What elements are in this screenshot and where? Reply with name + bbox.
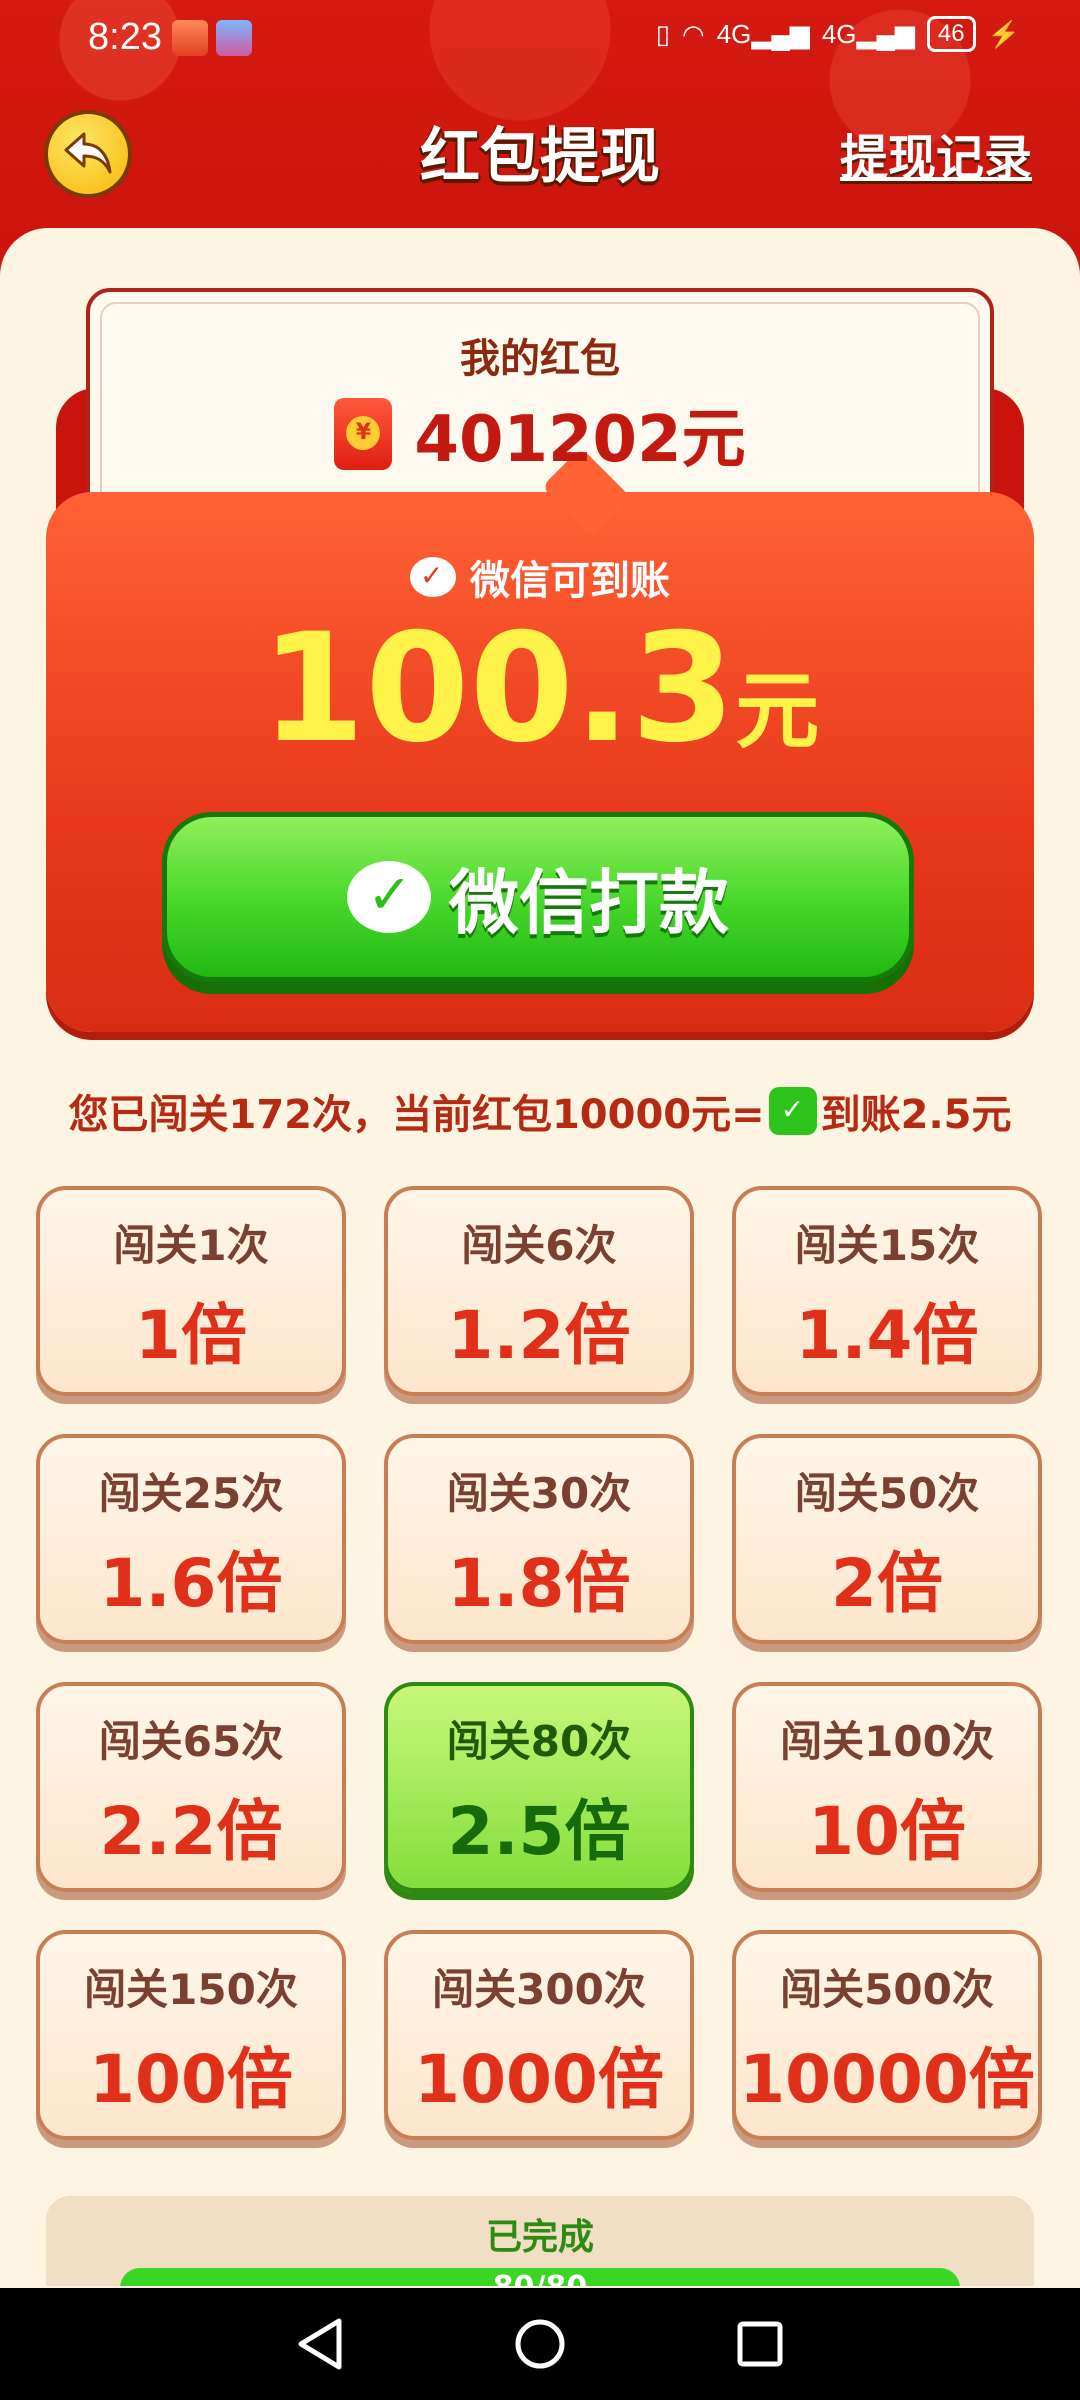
multiplier-tier-card[interactable]: 闯关80次 2.5倍 xyxy=(384,1682,694,1892)
tier-multiplier: 2.2倍 xyxy=(99,1793,283,1870)
red-packet-icon xyxy=(334,398,393,470)
nav-recents-icon xyxy=(737,2321,783,2367)
tier-multiplier: 1.8倍 xyxy=(447,1545,631,1622)
notification-app-icon xyxy=(172,20,208,56)
multiplier-tier-card[interactable]: 闯关150次 100倍 xyxy=(36,1930,346,2140)
signal-icon: 4G▂▄▆ xyxy=(821,18,915,49)
tier-condition: 闯关65次 xyxy=(98,1717,284,1766)
tier-condition: 闯关30次 xyxy=(446,1469,632,1518)
nav-home-button[interactable] xyxy=(510,2314,570,2374)
withdraw-amount-number: 100.3 xyxy=(260,602,736,776)
withdraw-history-link[interactable]: 提现记录 xyxy=(840,118,1032,188)
tier-multiplier: 100倍 xyxy=(89,2041,293,2118)
progress-info: 您已闯关172次，当前红包10000元= 到账2.5元 xyxy=(0,1082,1080,1140)
wallet-amount-row: 401202元 xyxy=(90,388,990,480)
tier-condition: 闯关150次 xyxy=(84,1965,298,2014)
multiplier-tier-card[interactable]: 闯关1次 1倍 xyxy=(36,1186,346,1396)
wechat-receivable-label: 微信可到账 xyxy=(470,558,670,604)
tier-multiplier: 1倍 xyxy=(135,1297,247,1374)
progress-label: 已完成 xyxy=(485,2217,594,2258)
wechat-pay-button[interactable]: 微信打款 xyxy=(162,812,914,982)
multiplier-tier-card[interactable]: 闯关50次 2倍 xyxy=(732,1434,1042,1644)
tier-multiplier: 10000倍 xyxy=(739,2041,1035,2118)
progress-text: 80/80 xyxy=(120,2268,960,2286)
withdraw-amount-unit: 元 xyxy=(735,662,820,760)
multiplier-tier-card[interactable]: 闯关65次 2.2倍 xyxy=(36,1682,346,1892)
multiplier-tier-card[interactable]: 闯关30次 1.8倍 xyxy=(384,1434,694,1644)
system-nav-bar xyxy=(0,2288,1080,2400)
wechat-receivable-line: 微信可到账 xyxy=(46,548,1034,606)
wechat-pay-label: 微信打款 xyxy=(449,861,729,944)
info-text-before: 您已闯关172次，当前红包10000元= xyxy=(68,1092,765,1138)
multiplier-tier-card[interactable]: 闯关300次 1000倍 xyxy=(384,1930,694,2140)
progress-section: 已完成 80/80 xyxy=(46,2196,1034,2286)
nav-back-icon xyxy=(298,2318,342,2370)
nav-back-button[interactable] xyxy=(290,2314,350,2374)
status-time: 8:23 xyxy=(88,16,162,58)
wallet-amount: 401202元 xyxy=(414,403,746,477)
tier-multiplier: 2倍 xyxy=(831,1545,943,1622)
tier-condition: 闯关15次 xyxy=(794,1221,980,1270)
multiplier-tier-card[interactable]: 闯关6次 1.2倍 xyxy=(384,1186,694,1396)
nav-home-icon xyxy=(515,2319,565,2369)
multiplier-tier-card[interactable]: 闯关25次 1.6倍 xyxy=(36,1434,346,1644)
nav-recents-button[interactable] xyxy=(730,2314,790,2374)
wechat-icon xyxy=(768,1087,817,1135)
vibrate-icon: ▯ xyxy=(655,18,671,49)
tier-condition: 闯关1次 xyxy=(113,1221,269,1270)
multiplier-tier-card[interactable]: 闯关15次 1.4倍 xyxy=(732,1186,1042,1396)
withdraw-amount: 100.3元 xyxy=(46,602,1034,776)
wallet-label: 我的红包 xyxy=(460,336,620,382)
wechat-icon xyxy=(347,861,431,933)
tier-condition: 闯关6次 xyxy=(461,1221,617,1270)
status-bar: 8:23 ▯ ◠ 4G▂▄▆ 4G▂▄▆ 46 ⚡ xyxy=(0,0,1080,80)
progress-bar: 80/80 xyxy=(120,2268,960,2286)
signal-icon: 4G▂▄▆ xyxy=(716,18,810,49)
tier-condition: 闯关500次 xyxy=(780,1965,994,2014)
tier-multiplier: 1000倍 xyxy=(414,2041,664,2118)
multiplier-grid: 闯关1次 1倍 闯关6次 1.2倍 闯关15次 1.4倍闯关25次 1.6倍 闯关30次 1.8… xyxy=(36,1186,1044,2140)
wifi-icon: ◠ xyxy=(682,18,705,49)
status-indicators: ▯ ◠ 4G▂▄▆ 4G▂▄▆ 46 ⚡ xyxy=(656,16,1020,52)
charging-icon: ⚡ xyxy=(987,18,1020,49)
tier-multiplier: 10倍 xyxy=(808,1793,966,1870)
notification-app-icon xyxy=(216,20,252,56)
tier-condition: 闯关50次 xyxy=(794,1469,980,1518)
tier-condition: 闯关100次 xyxy=(780,1717,994,1766)
tier-multiplier: 1.6倍 xyxy=(99,1545,283,1622)
withdraw-card: 微信可到账 100.3元 微信打款 xyxy=(46,447,1034,1032)
tier-condition: 闯关25次 xyxy=(98,1469,284,1518)
wechat-icon xyxy=(410,557,456,597)
tier-condition: 闯关300次 xyxy=(432,1965,646,2014)
multiplier-tier-card[interactable]: 闯关100次 10倍 xyxy=(732,1682,1042,1892)
multiplier-tier-card[interactable]: 闯关500次 10000倍 xyxy=(732,1930,1042,2140)
info-text-after: 到账2.5元 xyxy=(820,1092,1012,1138)
tier-condition: 闯关80次 xyxy=(446,1717,632,1766)
tier-multiplier: 1.2倍 xyxy=(447,1297,631,1374)
tier-multiplier: 2.5倍 xyxy=(447,1793,631,1870)
tier-multiplier: 1.4倍 xyxy=(795,1297,979,1374)
battery-icon: 46 xyxy=(926,16,976,52)
